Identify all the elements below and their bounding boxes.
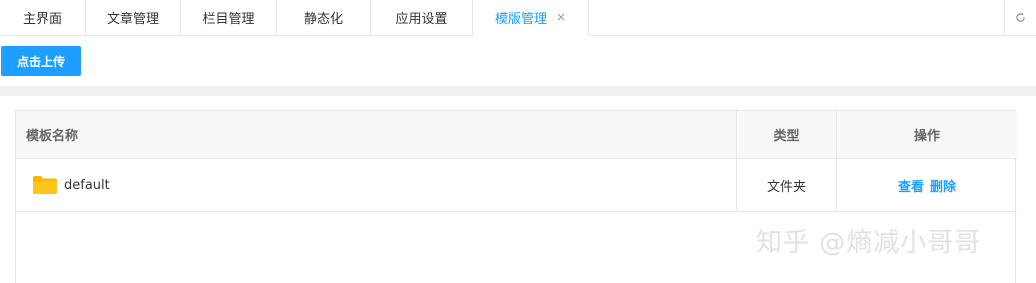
tab-label: 静态化 [303, 12, 343, 27]
upload-button[interactable]: 点击上传 [1, 46, 81, 76]
name-cell: default [16, 159, 736, 211]
tab-static[interactable]: 静态化 [277, 0, 371, 35]
tab-label: 应用设置 [395, 12, 448, 27]
folder-icon [33, 176, 57, 194]
tab-articles[interactable]: 文章管理 [86, 0, 181, 35]
refresh-icon[interactable] [1004, 0, 1036, 35]
template-name[interactable]: default [64, 178, 110, 193]
tab-label: 文章管理 [106, 12, 159, 27]
tab-label: 栏目管理 [202, 12, 255, 27]
tab-columns[interactable]: 栏目管理 [181, 0, 277, 35]
delete-link[interactable]: 删除 [930, 176, 956, 195]
type-cell: 文件夹 [736, 159, 836, 211]
table-header-row: 模板名称 类型 操作 [16, 111, 1017, 159]
header-ops: 操作 [836, 111, 1017, 158]
view-link[interactable]: 查看 [898, 176, 924, 195]
tab-bar: 主界面 文章管理 栏目管理 静态化 应用设置 模版管理 × [0, 0, 1036, 36]
tab-template-management[interactable]: 模版管理 × [473, 0, 589, 36]
table-row: default 文件夹 查看 删除 [16, 159, 1017, 212]
toolbar: 点击上传 [0, 36, 1036, 86]
watermark: 知乎 @熵减小哥哥 [756, 228, 982, 258]
tab-label: 主界面 [22, 12, 62, 27]
tab-app-settings[interactable]: 应用设置 [371, 0, 473, 35]
close-icon[interactable]: × [556, 10, 566, 24]
tab-home[interactable]: 主界面 [0, 0, 86, 35]
header-type: 类型 [736, 111, 836, 158]
header-name: 模板名称 [26, 129, 79, 144]
ops-cell: 查看 删除 [836, 159, 1017, 211]
tab-label: 模版管理 [494, 11, 547, 27]
